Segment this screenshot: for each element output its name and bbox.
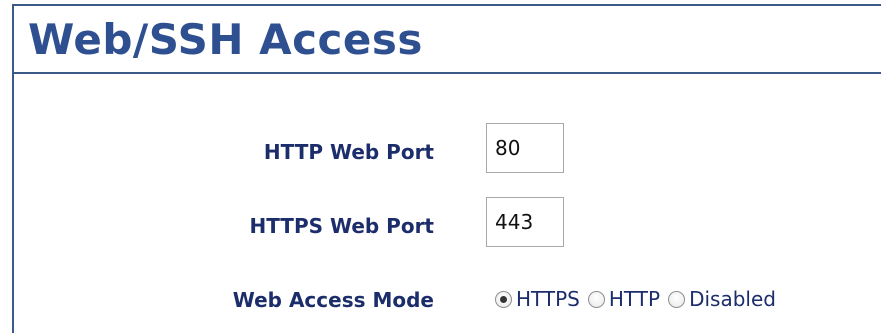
radio-option-disabled[interactable]: Disabled: [668, 287, 776, 311]
radio-disabled-icon[interactable]: [668, 290, 686, 308]
web-access-mode-radio-group: HTTPS HTTP Disabled: [495, 284, 784, 314]
https-web-port-label: HTTPS Web Port: [249, 214, 434, 238]
radio-http-icon[interactable]: [587, 290, 605, 308]
web-ssh-access-panel: Web/SSH Access HTTP Web Port HTTPS Web P…: [12, 4, 881, 333]
radio-label-http: HTTP: [608, 287, 661, 311]
title-divider: [14, 72, 881, 74]
page-title: Web/SSH Access: [28, 15, 423, 64]
http-web-port-label: HTTP Web Port: [263, 140, 434, 164]
radio-https-selected-icon[interactable]: [495, 290, 512, 308]
https-web-port-input[interactable]: [486, 197, 564, 247]
radio-option-http[interactable]: HTTP: [587, 287, 661, 311]
web-access-mode-label: Web Access Mode: [232, 288, 434, 312]
http-web-port-input[interactable]: [486, 123, 564, 173]
radio-label-disabled: Disabled: [689, 287, 776, 311]
radio-option-https[interactable]: HTTPS: [495, 287, 580, 311]
radio-label-https: HTTPS: [516, 287, 580, 311]
